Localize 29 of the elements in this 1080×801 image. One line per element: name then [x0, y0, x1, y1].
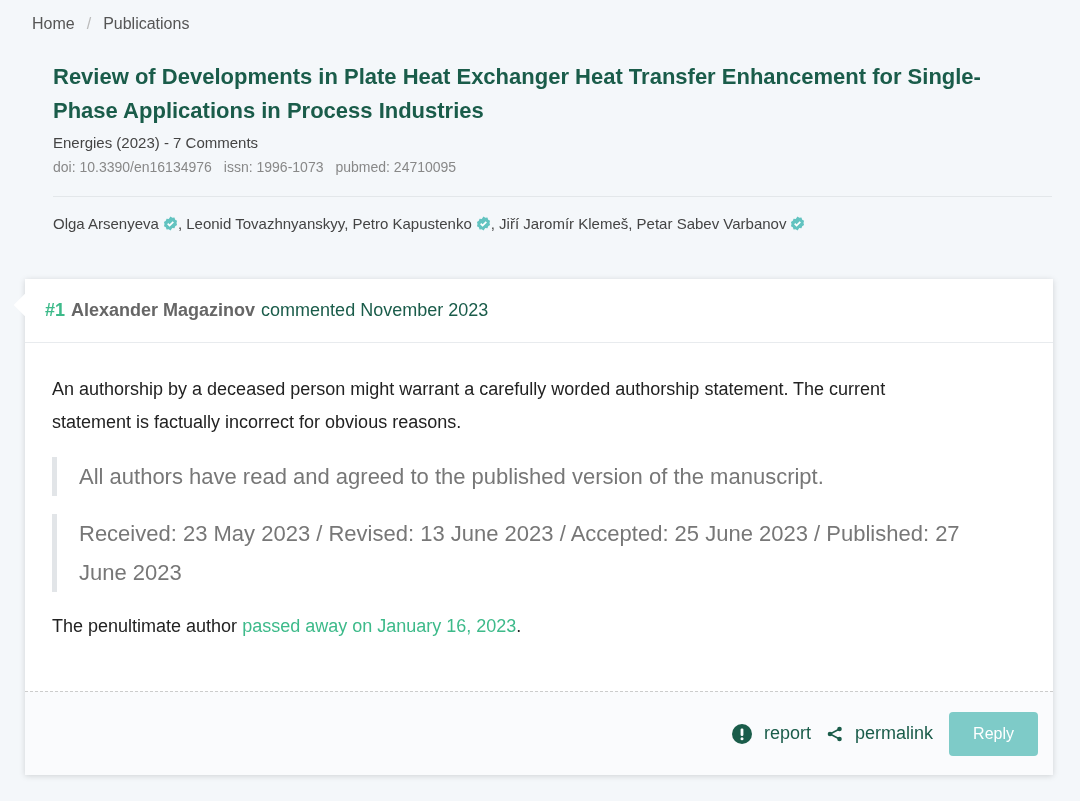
identifier-text: doi: 10.3390/en16134976: [53, 157, 212, 177]
comment-paragraph: The penultimate author passed away on January 16, 2023.: [52, 615, 523, 638]
comment-author-link[interactable]: Alexander Magazinov: [71, 297, 256, 324]
identifier-text: pubmed: 24710095: [335, 157, 457, 177]
comment-number: #1: [45, 299, 66, 322]
breadcrumb-link[interactable]: Home: [32, 12, 75, 36]
share-icon: [827, 725, 844, 742]
author-link[interactable]: Petro Kapustenko: [352, 214, 472, 232]
publication-title: Review of Developments in Plate Heat Exchanger Heat Transfer Enhancement for Single-Phase Applications in Process Industries: [53, 63, 982, 125]
permalink-link[interactable]: permalink: [827, 720, 934, 747]
author-link[interactable]: Olga Arsenyeva: [53, 214, 159, 232]
separator-text: ,: [490, 214, 495, 232]
verified-badge-icon: [162, 215, 178, 231]
breadcrumb-link[interactable]: Publications: [103, 12, 190, 36]
quoted-text: Received: 23 May 2023 / Revised: 13 June 2023 / Accepted: 25 June 2023 / Published: 27 June 2023: [52, 514, 1013, 592]
journal-line: Energies (2023) - 7 Comments: [53, 133, 260, 153]
report-link[interactable]: report: [732, 720, 812, 747]
author-link[interactable]: Petar Sabev Varbanov: [636, 214, 787, 232]
comment-paragraph: An authorship by a deceased person might warrant a carefully worded authorship statement. The current statement is factually incorrect for obvious reasons.: [52, 378, 887, 434]
comment-date: commented November 2023: [261, 299, 489, 322]
verified-badge-icon: [475, 215, 491, 231]
verified-badge-icon: [790, 215, 806, 231]
separator-text: ,: [628, 214, 633, 232]
separator-text: ,: [344, 214, 349, 232]
identifier-text: issn: 1996-1073: [223, 157, 324, 177]
exclamation-icon: [732, 723, 753, 744]
quoted-text: All authors have read and agreed to the published version of the manuscript.: [52, 457, 1013, 496]
separator-text: ,: [177, 214, 183, 232]
breadcrumb-separator: /: [86, 14, 92, 34]
